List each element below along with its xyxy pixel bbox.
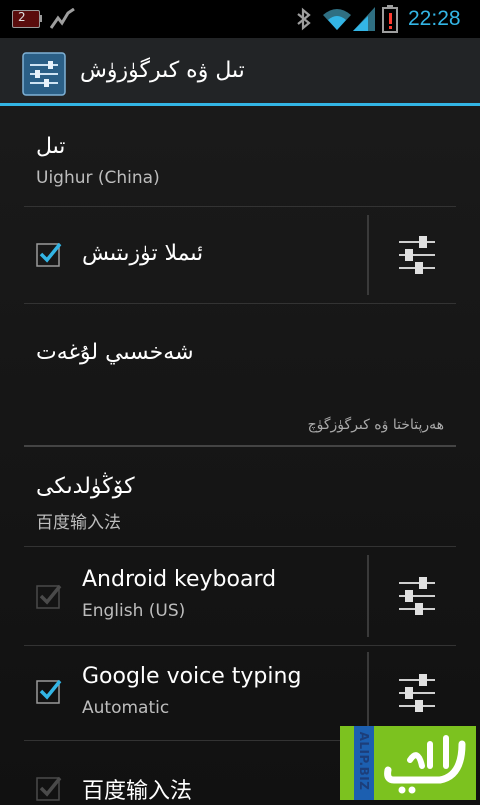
settings-list: تىل Uighur (China) ئىملا تۈزىتىش شەخسىي … xyxy=(0,106,480,804)
spell-check-checkbox[interactable] xyxy=(36,241,62,267)
watermark-text: ALIP.BIZ xyxy=(357,731,371,791)
spell-check-title: ئىملا تۈزىتىش xyxy=(82,241,204,266)
section-header: ھەرپتاختا ۋە كىرگۈزگۈچ xyxy=(307,417,444,433)
vertical-divider xyxy=(367,555,369,637)
notification-icon: 2 xyxy=(12,9,42,28)
activity-graph-icon xyxy=(50,8,75,29)
notification-count: 2 xyxy=(18,10,26,24)
personal-dictionary-title: شەخسىي لۇغەت xyxy=(36,340,194,365)
baidu-pref[interactable]: 百度输入法 xyxy=(0,741,366,804)
android-keyboard-summary: English (US) xyxy=(82,601,186,621)
baidu-checkbox[interactable] xyxy=(36,775,62,801)
watermark-script-icon xyxy=(384,735,466,794)
section-divider xyxy=(24,445,456,447)
language-title: تىل xyxy=(36,134,66,159)
signal-icon xyxy=(353,7,375,31)
android-keyboard-checkbox[interactable] xyxy=(36,583,62,609)
google-voice-checkbox[interactable] xyxy=(36,678,62,704)
clock: 22:28 xyxy=(408,7,461,30)
android-keyboard-title: Android keyboard xyxy=(82,567,277,592)
status-bar: 2 22:28 xyxy=(0,0,480,38)
google-voice-title: Google voice typing xyxy=(82,664,302,689)
default-input-pref[interactable]: كۆڭۈلدىكى 百度输入法 xyxy=(0,448,480,546)
default-title: كۆڭۈلدىكى xyxy=(36,474,135,499)
language-pref[interactable]: تىل Uighur (China) xyxy=(0,106,480,206)
page-title: تىل ۋە كىرگۈزۈش xyxy=(80,58,245,83)
android-keyboard-pref[interactable]: Android keyboard English (US) xyxy=(0,547,366,645)
android-keyboard-settings-icon[interactable] xyxy=(397,577,437,615)
personal-dictionary-pref[interactable]: شەخسىي لۇغەت xyxy=(0,304,480,400)
spell-check-pref[interactable]: ئىملا تۈزىتىش xyxy=(0,207,366,303)
language-summary: Uighur (China) xyxy=(36,168,160,188)
vertical-divider xyxy=(367,215,369,295)
battery-low-icon xyxy=(382,5,398,33)
action-bar: تىل ۋە كىرگۈزۈش xyxy=(0,38,480,106)
google-voice-summary: Automatic xyxy=(82,698,170,718)
baidu-title: 百度输入法 xyxy=(82,779,193,804)
settings-app-icon[interactable] xyxy=(22,52,66,96)
watermark-logo: ALIP.BIZ xyxy=(340,726,476,800)
google-voice-pref[interactable]: Google voice typing Automatic xyxy=(0,646,366,740)
google-voice-settings-icon[interactable] xyxy=(397,674,437,712)
default-summary: 百度输入法 xyxy=(36,513,121,533)
spell-check-settings-icon[interactable] xyxy=(397,236,437,274)
bluetooth-icon xyxy=(297,7,311,31)
wifi-icon xyxy=(323,9,351,30)
